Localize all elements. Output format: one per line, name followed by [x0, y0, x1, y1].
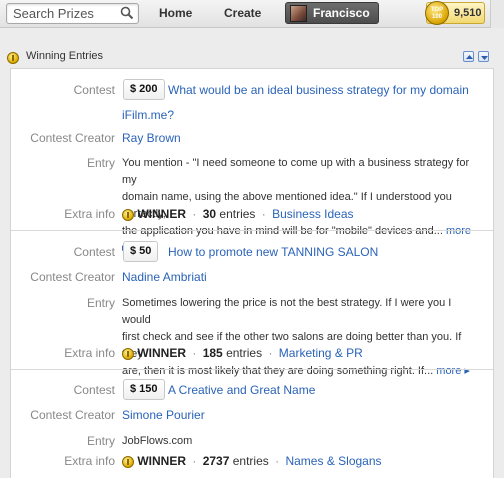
extra-info-label: Extra info [64, 346, 115, 360]
entry-text: JobFlows.com [122, 433, 478, 450]
list-item: Contest $ 150 A Creative and Great Name … [11, 369, 493, 478]
entry-line: JobFlows.com [122, 435, 193, 447]
extra-info: WINNER · 30 entries · Business Ideas [122, 207, 354, 221]
points-badge[interactable]: TOP 100 9,510 [425, 1, 485, 25]
contest-title-link[interactable]: What would be an ideal business strategy… [168, 83, 469, 97]
separator: · [192, 207, 197, 221]
entry-label: Entry [86, 296, 115, 310]
scroll-down-button[interactable] [478, 51, 489, 62]
scrollbar[interactable] [496, 68, 504, 478]
top-bar: Home Create Francisco TOP 100 9,510 [0, 0, 504, 28]
creator-link[interactable]: Simone Pourier [122, 408, 205, 422]
entry-line: Sometimes lowering the price is not the … [122, 297, 452, 326]
category-link[interactable]: Names & Slogans [285, 454, 381, 468]
winner-coin-icon [122, 455, 134, 468]
creator-label: Contest Creator [30, 270, 115, 284]
winner-coin-icon [122, 208, 134, 221]
entries-word: entries [219, 207, 256, 221]
creator-link[interactable]: Ray Brown [122, 131, 181, 145]
entries-word: entries [232, 454, 269, 468]
entry-line: You mention - "I need someone to come up… [122, 157, 470, 186]
section-header: Winning Entries [7, 50, 497, 64]
entries-count: 2737 [202, 454, 230, 468]
entry-text: Sometimes lowering the price is not the … [122, 295, 478, 380]
nav-home[interactable]: Home [159, 6, 192, 20]
search-icon[interactable] [120, 6, 134, 23]
search-box[interactable] [6, 3, 139, 24]
entries-count: 185 [202, 346, 223, 360]
creator-label: Contest Creator [30, 408, 115, 422]
separator: · [192, 454, 197, 468]
prize-badge: $ 50 [123, 241, 159, 262]
nav-create[interactable]: Create [224, 6, 261, 20]
extra-info-label: Extra info [64, 207, 115, 221]
extra-info: WINNER · 2737 entries · Names & Slogans [122, 454, 382, 468]
user-name: Francisco [313, 6, 370, 20]
top-100-badge-icon: TOP 100 [425, 1, 449, 25]
winner-status: WINNER [137, 207, 187, 221]
creator-link[interactable]: Nadine Ambriati [122, 270, 207, 284]
extra-info-label: Extra info [64, 454, 115, 468]
prize-badge: $ 150 [123, 379, 165, 400]
avatar [290, 5, 307, 22]
winner-coin-icon [122, 347, 134, 360]
contest-label: Contest [73, 83, 115, 97]
winner-status: WINNER [137, 346, 187, 360]
prize-badge: $ 200 [123, 79, 165, 100]
list-item: Contest $ 50 How to promote new TANNING … [11, 230, 493, 377]
winning-entries-panel: Contest $ 200 What would be an ideal bus… [10, 68, 494, 478]
contest-label: Contest [73, 245, 115, 259]
scrollbar-top[interactable] [490, 0, 504, 28]
entry-label: Entry [86, 156, 115, 170]
category-link[interactable]: Marketing & PR [279, 346, 363, 360]
scroll-up-button[interactable] [463, 51, 474, 62]
section-title: Winning Entries [26, 50, 104, 62]
entries-count: 30 [202, 207, 217, 221]
search-input[interactable] [7, 4, 115, 23]
creator-label: Contest Creator [30, 131, 115, 145]
winner-status: WINNER [137, 454, 187, 468]
separator: · [192, 346, 197, 360]
user-menu[interactable]: Francisco [285, 2, 379, 24]
separator: · [275, 454, 280, 468]
separator: · [261, 207, 266, 221]
contest-title-link[interactable]: How to promote new TANNING SALON [168, 245, 378, 259]
contest-title-link-cont[interactable]: iFilm.me? [122, 108, 174, 122]
contest-title-link[interactable]: A Creative and Great Name [168, 383, 315, 397]
coin-icon [7, 51, 19, 64]
entries-word: entries [226, 346, 263, 360]
category-link[interactable]: Business Ideas [272, 207, 353, 221]
entry-label: Entry [86, 434, 115, 448]
list-item: Contest $ 200 What would be an ideal bus… [11, 69, 493, 254]
contest-label: Contest [73, 383, 115, 397]
points-count: 9,510 [454, 7, 482, 19]
extra-info: WINNER · 185 entries · Marketing & PR [122, 346, 363, 360]
separator: · [268, 346, 273, 360]
